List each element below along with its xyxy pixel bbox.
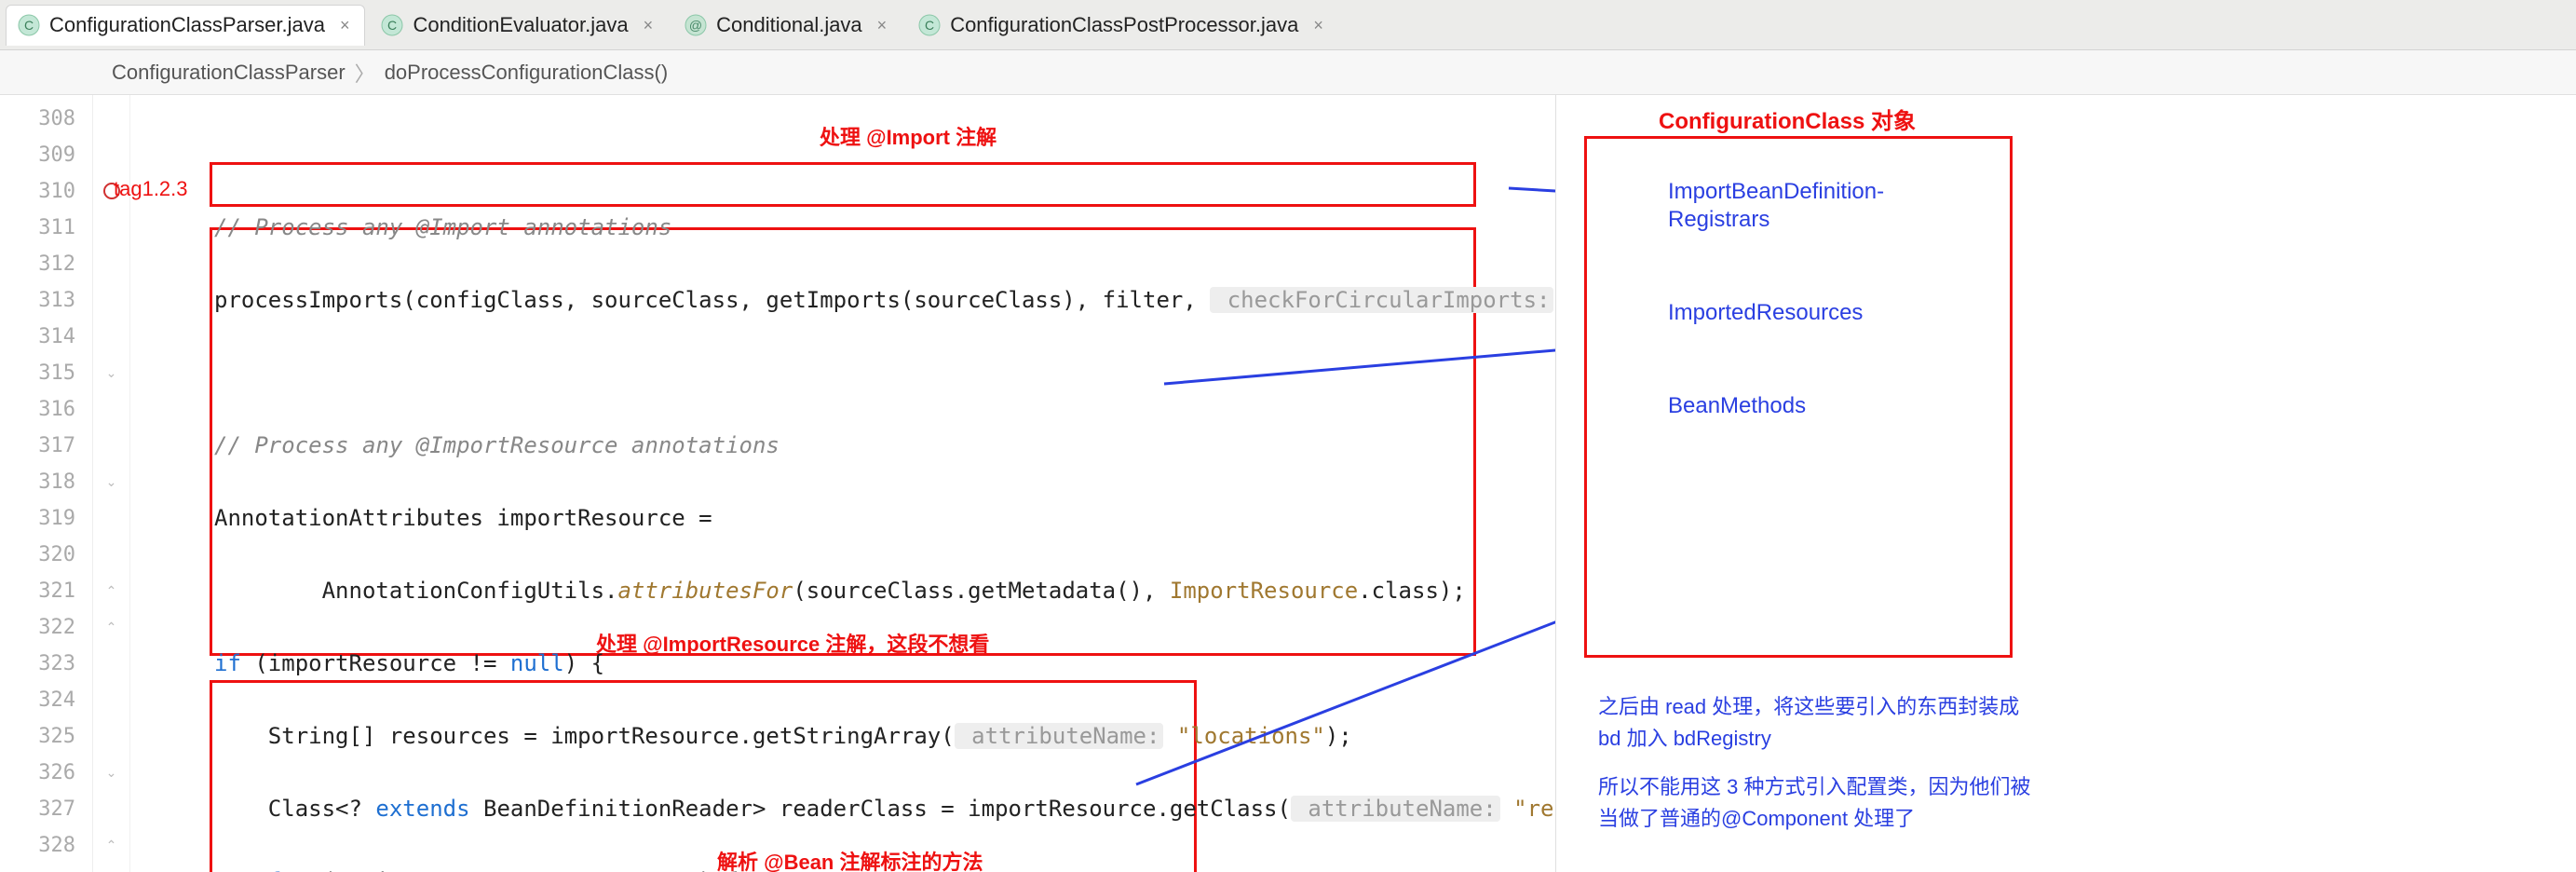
breadcrumb-class[interactable]: ConfigurationClassParser	[112, 61, 346, 85]
svg-text:C: C	[925, 18, 934, 33]
right-panel-title: ConfigurationClass 对象	[1659, 102, 1916, 135]
fold-toggle-icon[interactable]: ⌄	[93, 755, 129, 791]
line-number: 321	[0, 573, 92, 609]
java-class-icon: C	[918, 14, 941, 36]
line-number: 313	[0, 282, 92, 319]
svg-text:C: C	[24, 18, 34, 33]
tab-label: ConfigurationClassPostProcessor.java	[950, 13, 1298, 37]
fold-gutter[interactable]: ⌄ ⌄ ⌃ ⌃ ⌄ ⌃	[93, 95, 130, 872]
right-note-paragraph: 之后由 read 处理，将这些要引入的东西封装成 bd 加入 bdRegistr…	[1598, 691, 2036, 755]
code-block[interactable]: // Process any @Import annotations proce…	[214, 101, 1648, 872]
line-number: 317	[0, 428, 92, 464]
tab-file-2[interactable]: @ Conditional.java ×	[672, 5, 902, 46]
line-number: 327	[0, 791, 92, 827]
line-number: 324	[0, 682, 92, 718]
fold-toggle-icon[interactable]: ⌄	[93, 355, 129, 391]
close-icon[interactable]: ×	[877, 16, 888, 35]
editor-tabs-bar: C ConfigurationClassParser.java × C Cond…	[0, 0, 2576, 50]
tab-file-0[interactable]: C ConfigurationClassParser.java ×	[6, 5, 365, 46]
line-number: 319	[0, 500, 92, 537]
java-class-icon: C	[381, 14, 403, 36]
line-number: 326	[0, 755, 92, 791]
chevron-right-icon: 〉	[355, 58, 375, 88]
line-number: 328	[0, 827, 92, 864]
right-item-label: ImportBeanDefinition-	[1668, 179, 1884, 205]
close-icon[interactable]: ×	[340, 16, 350, 35]
fold-end-icon[interactable]: ⌃	[93, 573, 129, 609]
line-number: 311	[0, 210, 92, 246]
tab-label: ConditionEvaluator.java	[413, 13, 628, 37]
close-icon[interactable]: ×	[644, 16, 654, 35]
line-number: 310	[0, 173, 92, 210]
editor-main: 308 309 310 311 312 313 314 315 316 317 …	[0, 95, 2576, 872]
bookmark-tag: tag1.2.3	[114, 177, 188, 201]
line-number: 318	[0, 464, 92, 500]
breadcrumb: ConfigurationClassParser 〉 doProcessConf…	[0, 50, 2576, 95]
line-number: 323	[0, 646, 92, 682]
right-item-label: ImportedResources	[1668, 300, 1863, 326]
java-class-icon: C	[18, 14, 40, 36]
line-number: 320	[0, 537, 92, 573]
line-number: 312	[0, 246, 92, 282]
tab-label: ConfigurationClassParser.java	[49, 13, 325, 37]
fold-toggle-icon[interactable]: ⌄	[93, 464, 129, 500]
tab-file-1[interactable]: C ConditionEvaluator.java ×	[369, 5, 669, 46]
tab-label: Conditional.java	[716, 13, 862, 37]
fold-end-icon[interactable]: ⌃	[93, 827, 129, 864]
inlay-hint: checkForCircularImports:	[1210, 287, 1553, 313]
line-number: 316	[0, 391, 92, 428]
line-number: 314	[0, 319, 92, 355]
inlay-hint: attributeName:	[1291, 796, 1500, 822]
right-item-label: BeanMethods	[1668, 393, 1806, 419]
code-comment: // Process any @Import annotations	[214, 214, 671, 240]
fold-end-icon[interactable]: ⌃	[93, 609, 129, 646]
line-number: 322	[0, 609, 92, 646]
svg-text:C: C	[387, 18, 397, 33]
close-icon[interactable]: ×	[1313, 16, 1323, 35]
line-number-gutter[interactable]: 308 309 310 311 312 313 314 315 316 317 …	[0, 95, 93, 872]
right-note-paragraph: 所以不能用这 3 种方式引入配置类，因为他们被当做了普通的@Component …	[1598, 771, 2036, 835]
line-number: 315	[0, 355, 92, 391]
code-comment: // Process any @ImportResource annotatio…	[214, 432, 780, 458]
inlay-hint: attributeName:	[955, 723, 1164, 749]
java-annotation-icon: @	[685, 14, 707, 36]
tab-file-3[interactable]: C ConfigurationClassPostProcessor.java ×	[906, 5, 1339, 46]
editor-viewport[interactable]: tag1.2.3 处理 @Import 注解 处理 @ImportResourc…	[130, 95, 1555, 872]
svg-text:@: @	[689, 18, 702, 33]
right-item-label: Registrars	[1668, 207, 1769, 233]
breadcrumb-method[interactable]: doProcessConfigurationClass()	[385, 61, 668, 85]
line-number: 308	[0, 101, 92, 137]
right-annotation-panel: ConfigurationClass 对象 ImportBeanDefiniti…	[1555, 95, 2576, 872]
line-number: 325	[0, 718, 92, 755]
line-number: 309	[0, 137, 92, 173]
